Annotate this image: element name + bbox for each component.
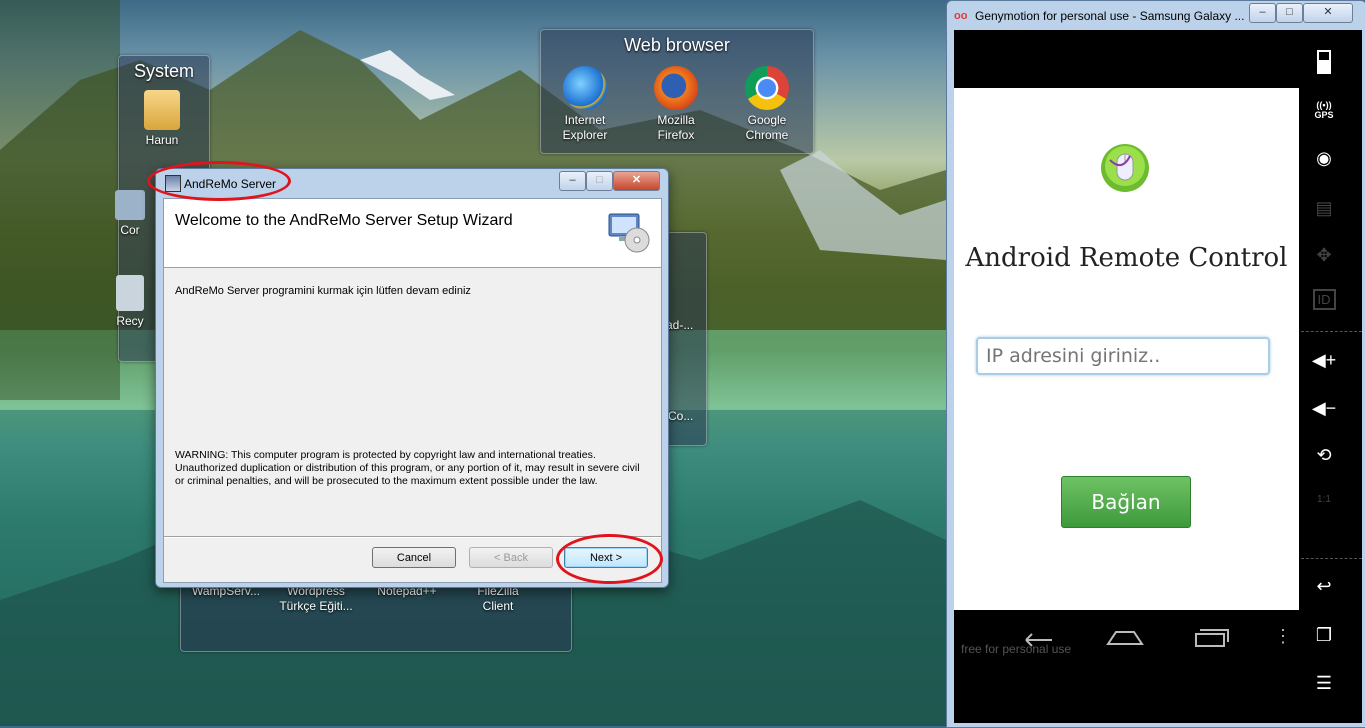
installer-header: Welcome to the AndReMo Server Setup Wiza…: [164, 199, 661, 268]
computer-icon: [115, 190, 145, 220]
desktop-icon-computer[interactable]: Cor: [100, 190, 160, 238]
user-folder-icon: [144, 90, 180, 130]
maximize-button[interactable]: □: [586, 171, 613, 191]
firefox-label-line2: Firefox: [657, 128, 695, 142]
installer-client-area: Welcome to the AndReMo Server Setup Wiza…: [163, 198, 662, 583]
geny-maximize-button[interactable]: □: [1276, 3, 1303, 23]
geny-minimize-button[interactable]: –: [1249, 3, 1276, 23]
desktop-icon-chrome[interactable]: Google Chrome: [727, 66, 807, 143]
system-gadget-title: System: [133, 61, 194, 81]
recycle-bin-icon: [116, 275, 144, 311]
video-capture-icon[interactable]: ▤: [1301, 198, 1347, 219]
back-button[interactable]: < Back: [469, 547, 553, 568]
partial-label-1: ad-...: [666, 318, 694, 332]
android-device-screen: Android Remote Control Bağlan free for p…: [954, 30, 1301, 723]
internet-explorer-icon: [563, 66, 607, 110]
desktop-icon-harun[interactable]: Harun: [122, 90, 202, 148]
installer-window: AndReMo Server – □ ✕ Welcome to the AndR…: [155, 168, 669, 588]
installer-header-title: Welcome to the AndReMo Server Setup Wiza…: [175, 212, 513, 229]
setup-cd-icon: [608, 213, 650, 253]
battery-icon[interactable]: [1301, 50, 1347, 74]
genymotion-logo-icon: oo: [954, 10, 968, 22]
firefox-label-line1: Mozilla: [657, 113, 695, 127]
desktop-icon-firefox[interactable]: Mozilla Firefox: [636, 66, 716, 143]
android-app-screen: Android Remote Control Bağlan: [954, 88, 1299, 610]
ie-label-line2: Explorer: [562, 128, 608, 142]
android-overflow-menu-icon[interactable]: ⋮: [1274, 626, 1292, 647]
next-highlight-ellipse: [556, 534, 663, 584]
desktop-icon-recycle-bin[interactable]: Recy: [100, 275, 160, 329]
android-home-icon[interactable]: [1104, 626, 1146, 648]
gps-icon[interactable]: ((•)) GPS: [1301, 100, 1347, 120]
geny-close-button[interactable]: ✕: [1303, 3, 1353, 23]
id-icon[interactable]: ID: [1301, 289, 1347, 310]
desktop-icon-label: Recy: [116, 314, 144, 328]
genymotion-titlebar[interactable]: oo Genymotion for personal use - Samsung…: [947, 1, 1365, 29]
desktop-icon-wordpress[interactable]: Wordpress Türkçe Eğiti...: [276, 584, 356, 614]
chrome-icon: [745, 66, 789, 110]
cancel-button[interactable]: Cancel: [372, 547, 456, 568]
minimize-button[interactable]: –: [559, 171, 586, 191]
rotate-icon[interactable]: ⟲: [1301, 445, 1347, 466]
desktop-icon-internet-explorer[interactable]: Internet Explorer: [545, 66, 625, 143]
desktop-icon-label: Harun: [145, 133, 179, 147]
ie-label-line1: Internet: [564, 113, 606, 127]
android-back-icon[interactable]: [1018, 628, 1058, 648]
partial-label-2: Co...: [668, 409, 694, 423]
volume-up-icon[interactable]: ◀+: [1301, 350, 1347, 371]
copyright-warning: WARNING: This computer program is protec…: [175, 449, 640, 487]
close-button[interactable]: ✕: [613, 171, 660, 191]
remote-mouse-icon: [1101, 144, 1149, 192]
menu-icon[interactable]: ☰: [1301, 673, 1347, 694]
android-recent-apps-icon[interactable]: [1192, 626, 1232, 648]
ip-address-input[interactable]: [976, 337, 1270, 375]
desktop-icon-filezilla[interactable]: FileZilla Client: [458, 584, 538, 614]
toolbar-divider: [1301, 331, 1362, 332]
wordpress-label-line2: Türkçe Eğiti...: [279, 599, 353, 613]
app-title: Android Remote Control: [965, 243, 1288, 273]
connect-button[interactable]: Bağlan: [1061, 476, 1191, 528]
genymotion-side-toolbar: ((•)) GPS ◉ ▤ ✥ ID ◀+ ◀− ⟲ 1:1 ↩ ❐ ☰: [1301, 30, 1362, 723]
webcam-icon[interactable]: ◉: [1301, 148, 1347, 169]
dpad-icon[interactable]: ✥: [1301, 245, 1347, 266]
chrome-label-line2: Chrome: [745, 128, 789, 142]
firefox-icon: [654, 66, 698, 110]
title-highlight-ellipse: [147, 161, 291, 201]
installer-body-text: AndReMo Server programini kurmak için lü…: [175, 285, 471, 297]
back-icon[interactable]: ↩: [1301, 576, 1347, 597]
chrome-label-line1: Google: [747, 113, 787, 127]
volume-down-icon[interactable]: ◀−: [1301, 398, 1347, 419]
recent-apps-icon[interactable]: ❐: [1301, 625, 1347, 646]
toolbar-divider-2: [1301, 558, 1362, 559]
filezilla-label-line2: Client: [482, 599, 514, 613]
genymotion-window: oo Genymotion for personal use - Samsung…: [946, 0, 1365, 728]
genymotion-window-title: Genymotion for personal use - Samsung Ga…: [975, 9, 1245, 23]
desktop-icon-label: Cor: [120, 223, 140, 237]
scale-icon[interactable]: 1:1: [1301, 494, 1347, 505]
web-browser-gadget-title: Web browser: [624, 35, 730, 55]
